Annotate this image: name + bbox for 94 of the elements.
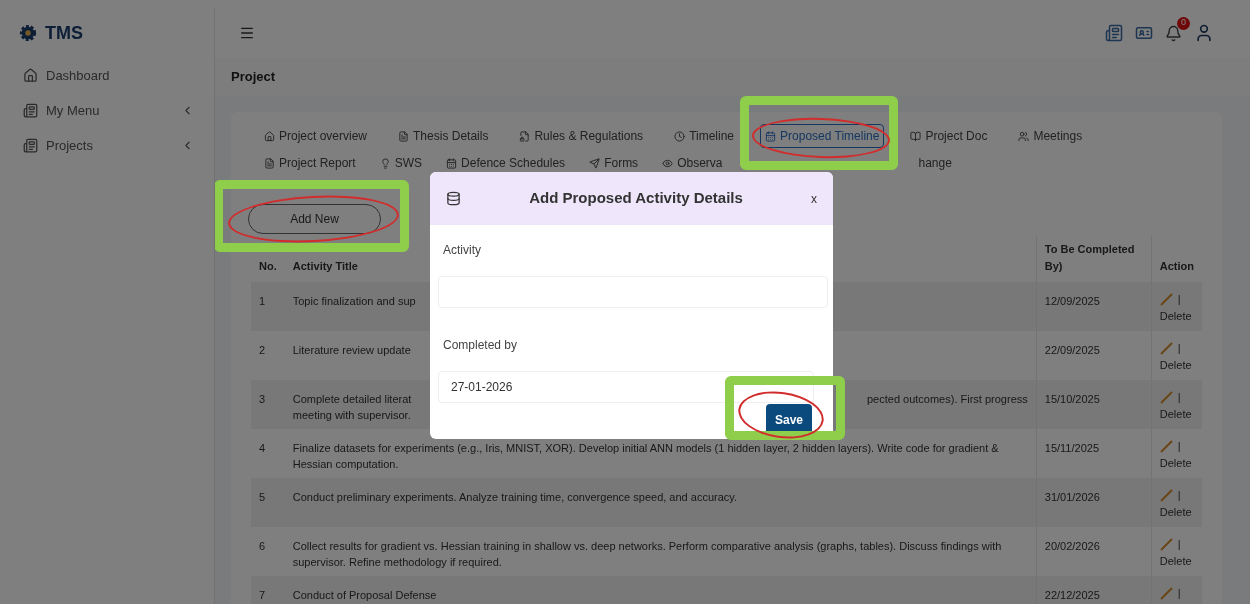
delete-link[interactable]: Delete	[1159, 407, 1192, 420]
table-cell-text: Conduct preliminary experiments. Analyze training time, convergence speed, and accuracy.	[292, 490, 739, 505]
column-header: No.	[259, 259, 277, 272]
user-avatar-icon[interactable]	[1194, 23, 1214, 43]
document-icon	[23, 138, 38, 153]
clock-icon	[674, 130, 686, 142]
table-cell: 2	[259, 344, 266, 356]
add-new-button[interactable]: Add New	[248, 204, 381, 234]
tab[interactable]: Project overview	[259, 124, 373, 148]
tab[interactable]: Observa	[657, 151, 728, 175]
delete-link[interactable]: Delete	[1159, 358, 1192, 371]
book-icon	[910, 130, 922, 142]
delete-link[interactable]: Delete	[1159, 456, 1192, 469]
separator: |	[1177, 586, 1181, 601]
tab[interactable]: hange	[913, 151, 957, 175]
table-cell: 15/11/2025	[1044, 442, 1099, 454]
tab[interactable]: Proposed Timeline	[760, 124, 885, 148]
sidebar-item[interactable]: My Menu	[7, 93, 214, 128]
document-icon	[23, 103, 38, 118]
table-cell-text: meeting with supervisor.	[292, 408, 411, 423]
separator: |	[1177, 439, 1181, 454]
separator: |	[1177, 488, 1181, 503]
tab[interactable]: SWS	[374, 151, 428, 175]
delete-link[interactable]: Delete	[1159, 554, 1192, 567]
id-card-icon[interactable]	[1135, 24, 1153, 42]
delete-link[interactable]: Delete	[1159, 309, 1192, 322]
tab[interactable]: Thesis Details	[393, 124, 494, 148]
calendar-icon	[765, 130, 777, 142]
column-header: Activity Title	[292, 259, 358, 272]
tab[interactable]: Project Doc	[905, 124, 993, 148]
table-cell-text: Finalize datasets for experiments (e.g., Iris, MNIST, XOR). Develop initial ANN models (1 hidden layer, 2 hidden layers). Write code for gradient & Hessian computation.	[292, 441, 1000, 472]
tab[interactable]: Rules & Regulations	[514, 124, 649, 148]
bulb-icon	[379, 157, 391, 169]
column-header: Action	[1159, 259, 1194, 272]
table-cell: 22/09/2025	[1044, 344, 1100, 356]
sidebar-item[interactable]: Projects	[7, 128, 214, 163]
table-cell: 20/02/2026	[1044, 540, 1100, 552]
table-cell-text: Literature review update	[292, 343, 411, 358]
table-cell: 5	[259, 491, 266, 503]
separator: |	[1177, 341, 1181, 356]
table-cell: 3	[259, 393, 266, 405]
column-header: To Be Completed By)	[1044, 243, 1135, 272]
send-icon	[589, 157, 601, 169]
table-cell: 7	[259, 589, 266, 601]
tab[interactable]: Forms	[584, 151, 644, 175]
edit-pencil-icon[interactable]	[1159, 390, 1174, 405]
field-label: Activity	[443, 242, 482, 259]
edit-pencil-icon[interactable]	[1159, 341, 1174, 356]
bell-icon[interactable]	[1165, 24, 1182, 42]
table-cell: 6	[259, 540, 266, 552]
input-field[interactable]: 27-01-2026	[438, 371, 814, 403]
tab[interactable]: Timeline	[669, 124, 740, 148]
table-cell: 12/09/2025	[1044, 295, 1100, 307]
edit-pencil-icon[interactable]	[1159, 586, 1174, 601]
people-icon	[1018, 130, 1030, 142]
table-cell-text: pected outcomes). First progress	[866, 392, 1028, 407]
calendar-icon	[446, 157, 458, 169]
sidebar-item[interactable]: Dashboard	[7, 58, 214, 93]
field-label: Completed by	[443, 337, 519, 354]
document-icon	[398, 130, 410, 142]
tab[interactable]: Defence Schedules	[441, 151, 571, 175]
database-icon	[446, 191, 461, 206]
newspaper-icon[interactable]	[1105, 24, 1123, 42]
table-cell-text: Topic finalization and sup	[292, 294, 416, 309]
table-cell: 31/01/2026	[1044, 491, 1100, 503]
tab[interactable]: Meetings	[1013, 124, 1088, 148]
edit-pencil-icon[interactable]	[1159, 537, 1174, 552]
eye-icon	[662, 157, 674, 169]
close-button[interactable]: x	[811, 189, 817, 208]
table-cell: 22/12/2025	[1044, 589, 1100, 601]
home-icon	[23, 68, 38, 83]
menu-icon[interactable]	[239, 25, 255, 41]
table-cell: 1	[259, 295, 266, 307]
edit-pencil-icon[interactable]	[1159, 439, 1174, 454]
edit-pencil-icon[interactable]	[1159, 292, 1174, 307]
table-cell: 4	[259, 442, 266, 454]
document-icon	[264, 157, 275, 169]
separator: |	[1177, 390, 1181, 405]
table-cell-text: Collect results for gradient vs. Hessian training in shallow vs. deep networks. Perform comparative analysis (graphs, tables). Discuss findings with supervisor. Refine methodology if required.	[292, 539, 1003, 570]
page-title: Project	[231, 68, 276, 87]
table-cell-text: Conduct of Proposal Defense	[292, 588, 438, 603]
delete-link[interactable]: Delete	[1159, 505, 1192, 518]
gear-logo-icon	[19, 24, 37, 42]
separator: |	[1177, 537, 1181, 552]
tab[interactable]: Project Report	[259, 151, 361, 175]
locked-document-icon	[519, 130, 531, 142]
separator: |	[1177, 292, 1181, 307]
notification-badge: 0	[1177, 16, 1190, 30]
table-cell: 15/10/2025	[1044, 393, 1100, 405]
home-icon	[264, 130, 275, 142]
edit-pencil-icon[interactable]	[1159, 488, 1174, 503]
brand-name: TMS	[45, 21, 83, 45]
dialog-title: Add Proposed Activity Details	[528, 188, 744, 209]
table-cell-text: Complete detailed literat	[292, 392, 412, 407]
